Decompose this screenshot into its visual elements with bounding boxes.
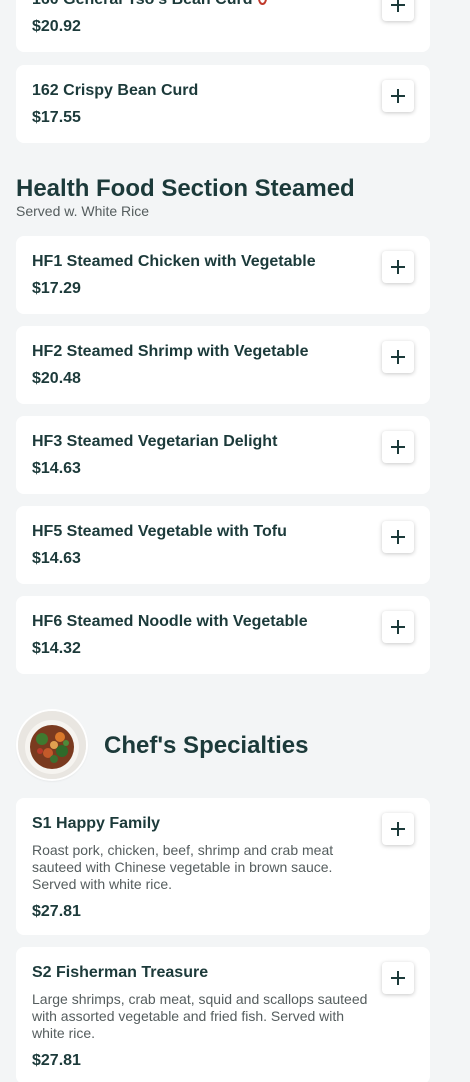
menu-item-card[interactable]: HF1 Steamed Chicken with Vegetable $17.2…: [16, 236, 430, 314]
add-item-button[interactable]: [382, 521, 414, 553]
add-item-button[interactable]: [382, 0, 414, 21]
add-item-button[interactable]: [382, 611, 414, 643]
plus-icon: [391, 350, 405, 364]
add-item-button[interactable]: [382, 962, 414, 994]
menu-item-price: $20.48: [32, 370, 81, 387]
dish-photo-icon: [18, 711, 86, 779]
menu-item-price: $17.29: [32, 280, 81, 297]
menu-item-description: Large shrimps, crab meat, squid and scal…: [32, 991, 368, 1041]
menu-item-name: S1 Happy Family: [32, 815, 161, 832]
menu-item-name: HF6 Steamed Noodle with Vegetable: [32, 613, 308, 630]
menu-item-price: $20.92: [32, 18, 81, 35]
section-title: Health Food Section Steamed: [16, 175, 355, 202]
menu-item-name: 160 General Tso's Bean Curd: [32, 0, 252, 10]
menu-item-price: $14.63: [32, 460, 81, 477]
add-item-button[interactable]: [382, 341, 414, 373]
menu-item-card[interactable]: HF6 Steamed Noodle with Vegetable $14.32: [16, 596, 430, 674]
dish-photo: [18, 711, 86, 779]
menu-item-card[interactable]: HF5 Steamed Vegetable with Tofu $14.63: [16, 506, 430, 584]
menu-item-price: $14.32: [32, 640, 81, 657]
menu-item-card[interactable]: 160 General Tso's Bean Curd $20.92: [16, 0, 430, 52]
menu-item-price: $17.55: [32, 109, 81, 126]
menu-item-card[interactable]: HF3 Steamed Vegetarian Delight $14.63: [16, 416, 430, 494]
section-title: Chef's Specialties: [104, 732, 309, 759]
menu-item-card[interactable]: S1 Happy Family Roast pork, chicken, bee…: [16, 798, 430, 935]
add-item-button[interactable]: [382, 251, 414, 283]
add-item-button[interactable]: [382, 813, 414, 845]
plus-icon: [391, 89, 405, 103]
menu-item-price: $27.81: [32, 903, 81, 920]
menu-item-name: HF1 Steamed Chicken with Vegetable: [32, 253, 316, 270]
plus-icon: [391, 260, 405, 274]
menu-item-price: $27.81: [32, 1052, 81, 1069]
menu-item-description: Roast pork, chicken, beef, shrimp and cr…: [32, 842, 334, 892]
section-subtitle: Served w. White Rice: [16, 203, 150, 219]
menu-item-price: $14.63: [32, 550, 81, 567]
chili-pepper-icon: [258, 0, 268, 5]
menu-item-card[interactable]: 162 Crispy Bean Curd $17.55: [16, 65, 430, 143]
menu-item-name: S2 Fisherman Treasure: [32, 964, 209, 981]
menu-item-name: 162 Crispy Bean Curd: [32, 82, 199, 99]
menu-item-card[interactable]: S2 Fisherman Treasure Large shrimps, cra…: [16, 947, 430, 1082]
plus-icon: [391, 440, 405, 454]
menu-item-card[interactable]: HF2 Steamed Shrimp with Vegetable $20.48: [16, 326, 430, 404]
plus-icon: [391, 0, 405, 12]
plus-icon: [391, 971, 405, 985]
menu-item-name: HF5 Steamed Vegetable with Tofu: [32, 523, 287, 540]
menu-item-name: HF2 Steamed Shrimp with Vegetable: [32, 343, 309, 360]
add-item-button[interactable]: [382, 431, 414, 463]
plus-icon: [391, 530, 405, 544]
plus-icon: [391, 620, 405, 634]
menu-page: 160 General Tso's Bean Curd $20.92 162 C…: [0, 0, 470, 1082]
menu-item-name: HF3 Steamed Vegetarian Delight: [32, 433, 278, 450]
plus-icon: [391, 822, 405, 836]
add-item-button[interactable]: [382, 80, 414, 112]
